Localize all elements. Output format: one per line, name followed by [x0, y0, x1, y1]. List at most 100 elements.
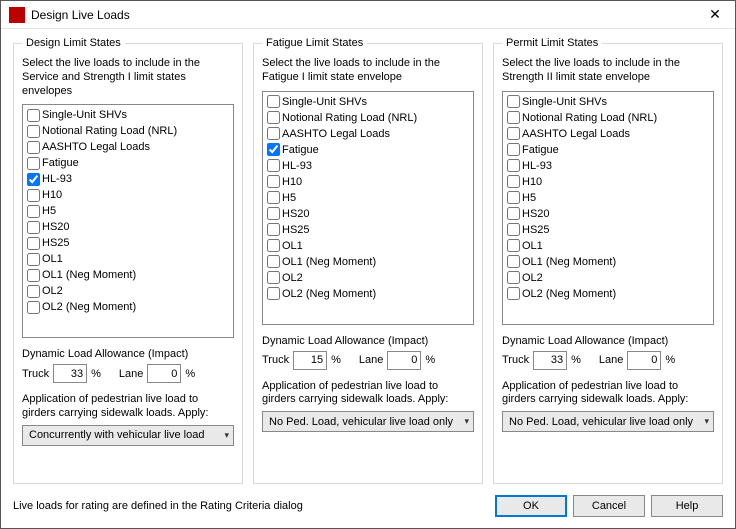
list-item-checkbox[interactable] [27, 109, 40, 122]
list-item-checkbox[interactable] [267, 223, 280, 236]
list-item[interactable]: H10 [505, 174, 711, 190]
list-item[interactable]: Single-Unit SHVs [25, 107, 231, 123]
truck-input[interactable] [533, 351, 567, 370]
live-load-listbox[interactable]: Single-Unit SHVsNotional Rating Load (NR… [502, 91, 714, 325]
list-item-checkbox[interactable] [267, 159, 280, 172]
list-item-checkbox[interactable] [507, 143, 520, 156]
group-instructions: Select the live loads to include in the … [262, 57, 474, 85]
list-item-checkbox[interactable] [27, 301, 40, 314]
list-item[interactable]: H5 [265, 190, 471, 206]
list-item[interactable]: AASHTO Legal Loads [25, 139, 231, 155]
list-item-checkbox[interactable] [507, 255, 520, 268]
list-item[interactable]: Notional Rating Load (NRL) [505, 110, 711, 126]
list-item[interactable]: Fatigue [25, 155, 231, 171]
list-item-checkbox[interactable] [27, 205, 40, 218]
list-item[interactable]: H10 [25, 187, 231, 203]
list-item-checkbox[interactable] [267, 239, 280, 252]
live-load-listbox[interactable]: Single-Unit SHVsNotional Rating Load (NR… [262, 91, 474, 325]
list-item[interactable]: Single-Unit SHVs [505, 94, 711, 110]
list-item-checkbox[interactable] [507, 223, 520, 236]
lane-input[interactable] [147, 364, 181, 383]
list-item[interactable]: OL2 [265, 270, 471, 286]
list-item-checkbox[interactable] [267, 207, 280, 220]
list-item[interactable]: AASHTO Legal Loads [505, 126, 711, 142]
list-item[interactable]: HS25 [25, 235, 231, 251]
list-item-checkbox[interactable] [507, 271, 520, 284]
truck-input[interactable] [53, 364, 87, 383]
list-item-checkbox[interactable] [267, 111, 280, 124]
list-item-checkbox[interactable] [267, 95, 280, 108]
content-area: Design Limit StatesSelect the live loads… [1, 29, 735, 488]
list-item[interactable]: OL1 (Neg Moment) [25, 267, 231, 283]
dla-row: Truck%Lane% [502, 351, 714, 370]
lane-input[interactable] [387, 351, 421, 370]
list-item[interactable]: OL2 (Neg Moment) [265, 286, 471, 302]
list-item[interactable]: Notional Rating Load (NRL) [265, 110, 471, 126]
list-item-checkbox[interactable] [27, 141, 40, 154]
lane-label: Lane [599, 354, 623, 366]
list-item-checkbox[interactable] [267, 271, 280, 284]
list-item-checkbox[interactable] [267, 127, 280, 140]
list-item-checkbox[interactable] [507, 159, 520, 172]
list-item[interactable]: Single-Unit SHVs [265, 94, 471, 110]
list-item[interactable]: HS20 [265, 206, 471, 222]
list-item[interactable]: HL-93 [25, 171, 231, 187]
list-item-checkbox[interactable] [507, 127, 520, 140]
list-item[interactable]: H5 [505, 190, 711, 206]
list-item[interactable]: HL-93 [265, 158, 471, 174]
list-item-checkbox[interactable] [27, 237, 40, 250]
list-item[interactable]: AASHTO Legal Loads [265, 126, 471, 142]
list-item-checkbox[interactable] [27, 269, 40, 282]
list-item-label: HS20 [42, 221, 70, 233]
list-item-checkbox[interactable] [267, 255, 280, 268]
list-item[interactable]: HL-93 [505, 158, 711, 174]
list-item-checkbox[interactable] [267, 143, 280, 156]
list-item-checkbox[interactable] [267, 287, 280, 300]
list-item[interactable]: H10 [265, 174, 471, 190]
list-item[interactable]: HS25 [265, 222, 471, 238]
live-load-listbox[interactable]: Single-Unit SHVsNotional Rating Load (NR… [22, 104, 234, 338]
list-item[interactable]: HS20 [25, 219, 231, 235]
list-item-checkbox[interactable] [507, 175, 520, 188]
list-item-checkbox[interactable] [27, 221, 40, 234]
list-item-checkbox[interactable] [27, 253, 40, 266]
ped-combo[interactable]: No Ped. Load, vehicular live load only▾ [262, 411, 474, 432]
list-item-checkbox[interactable] [27, 125, 40, 138]
lane-input[interactable] [627, 351, 661, 370]
ok-button[interactable]: OK [495, 495, 567, 517]
list-item[interactable]: OL2 (Neg Moment) [505, 286, 711, 302]
list-item-checkbox[interactable] [507, 95, 520, 108]
list-item[interactable]: OL1 (Neg Moment) [505, 254, 711, 270]
list-item[interactable]: OL1 [265, 238, 471, 254]
list-item[interactable]: H5 [25, 203, 231, 219]
list-item[interactable]: HS20 [505, 206, 711, 222]
list-item[interactable]: OL2 [505, 270, 711, 286]
list-item-checkbox[interactable] [507, 239, 520, 252]
list-item-checkbox[interactable] [27, 157, 40, 170]
close-button[interactable]: ✕ [695, 1, 735, 29]
ped-combo[interactable]: No Ped. Load, vehicular live load only▾ [502, 411, 714, 432]
list-item[interactable]: OL2 [25, 283, 231, 299]
help-button[interactable]: Help [651, 495, 723, 517]
list-item-checkbox[interactable] [27, 189, 40, 202]
list-item-checkbox[interactable] [27, 285, 40, 298]
list-item[interactable]: HS25 [505, 222, 711, 238]
list-item-checkbox[interactable] [267, 191, 280, 204]
list-item[interactable]: OL1 [505, 238, 711, 254]
list-item[interactable]: OL1 (Neg Moment) [265, 254, 471, 270]
list-item[interactable]: Notional Rating Load (NRL) [25, 123, 231, 139]
truck-input[interactable] [293, 351, 327, 370]
list-item-checkbox[interactable] [507, 287, 520, 300]
ped-combo[interactable]: Concurrently with vehicular live load▾ [22, 425, 234, 446]
list-item-checkbox[interactable] [507, 111, 520, 124]
list-item[interactable]: OL2 (Neg Moment) [25, 299, 231, 315]
list-item[interactable]: OL1 [25, 251, 231, 267]
list-item[interactable]: Fatigue [505, 142, 711, 158]
list-item-checkbox[interactable] [267, 175, 280, 188]
list-item-label: HL-93 [282, 160, 312, 172]
list-item-checkbox[interactable] [507, 207, 520, 220]
list-item[interactable]: Fatigue [265, 142, 471, 158]
list-item-checkbox[interactable] [507, 191, 520, 204]
cancel-button[interactable]: Cancel [573, 495, 645, 517]
list-item-checkbox[interactable] [27, 173, 40, 186]
